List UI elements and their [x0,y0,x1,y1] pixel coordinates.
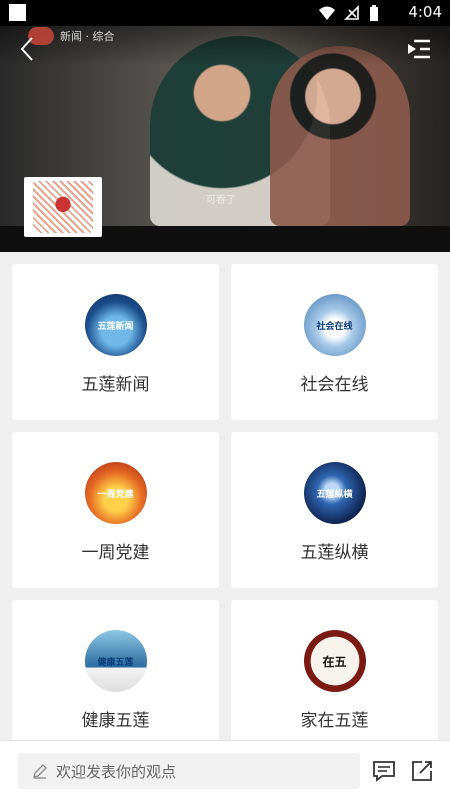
playlist-icon [408,39,430,59]
chevron-left-icon [20,37,33,61]
program-thumbnail: 健康五莲 [84,630,147,692]
signal-icon [344,5,359,20]
program-label: 健康五莲 [81,711,150,731]
battery-icon [370,5,378,21]
program-thumbnail: 在五 [303,630,366,692]
program-tile[interactable]: 五莲新闻 五莲新闻 [12,264,219,420]
qr-code-image [33,181,93,233]
pencil-icon [33,764,47,779]
program-tile[interactable]: 一周党建 一周党建 [12,432,219,588]
program-thumbnail: 社会在线 [303,294,366,356]
bottom-bar: 欢迎发表你的观点 [0,740,450,800]
program-label: 一周党建 [81,543,150,563]
playlist-button[interactable] [406,38,432,60]
program-tile[interactable]: 社会在线 社会在线 [231,264,438,420]
comment-placeholder: 欢迎发表你的观点 [56,762,177,781]
video-player[interactable]: 新闻 · 综合 可吞了 [0,26,450,252]
share-button[interactable] [410,759,434,783]
program-tile[interactable]: 在五 家在五莲 [231,600,438,740]
program-thumbnail: 五莲纵横 [303,462,366,524]
notification-icon [9,4,26,21]
qr-code-card [24,177,102,237]
comment-input[interactable]: 欢迎发表你的观点 [18,753,360,789]
program-label: 社会在线 [300,375,369,395]
video-figure [270,46,410,226]
channel-text: 新闻 · 综合 [60,30,115,43]
status-icons [318,4,380,22]
program-label: 五莲新闻 [81,375,150,395]
status-time: 4:04 [408,3,442,21]
program-label: 五莲纵横 [300,543,369,563]
wifi-icon [319,6,335,20]
share-icon [412,761,432,781]
comment-icon [373,761,395,782]
comments-button[interactable] [372,760,396,782]
program-thumbnail: 五莲新闻 [84,294,147,356]
program-thumbnail: 一周党建 [84,462,147,524]
program-grid: 五莲新闻 五莲新闻 社会在线 社会在线 一周党建 一周党建 五莲纵横 五莲纵横 … [0,252,450,740]
status-bar: 4:04 [0,0,450,26]
program-tile[interactable]: 健康五莲 健康五莲 [12,600,219,740]
channel-logo: 新闻 · 综合 [28,26,115,48]
program-label: 家在五莲 [300,711,369,731]
program-tile[interactable]: 五莲纵横 五莲纵横 [231,432,438,588]
video-subtitle: 可吞了 [206,195,236,206]
back-button[interactable] [16,36,38,62]
